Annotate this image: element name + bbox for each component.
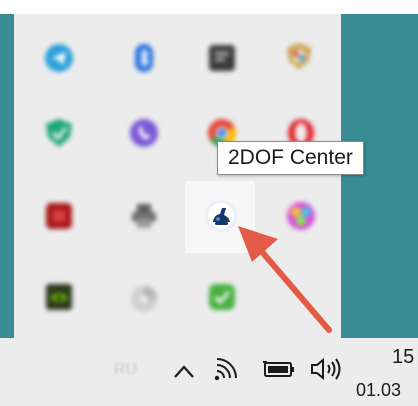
- telegram-icon[interactable]: [44, 43, 74, 73]
- viber-icon[interactable]: [129, 118, 159, 148]
- tooltip-2dof-center: 2DOF Center: [217, 141, 364, 175]
- app-dark-icon[interactable]: [207, 43, 237, 73]
- shield-green-icon[interactable]: [44, 118, 74, 148]
- taskbar: RU 15 01.03: [0, 338, 418, 406]
- disc-icon[interactable]: [129, 284, 159, 314]
- red-app-icon[interactable]: [44, 201, 74, 231]
- 2dof-center-icon[interactable]: [204, 199, 238, 233]
- chevron-up-icon[interactable]: [172, 362, 196, 380]
- clock-time[interactable]: 15: [392, 346, 414, 369]
- printer-icon[interactable]: [129, 201, 159, 231]
- green-check-icon[interactable]: [207, 282, 237, 312]
- bluetooth-icon[interactable]: [129, 43, 159, 73]
- shield-colorful-icon[interactable]: [284, 41, 314, 71]
- language-indicator[interactable]: RU: [114, 361, 137, 379]
- battery-icon[interactable]: [261, 360, 297, 380]
- top-strip: [0, 0, 418, 14]
- palette-icon[interactable]: [286, 201, 316, 231]
- volume-icon[interactable]: [309, 356, 343, 382]
- nvidia-icon[interactable]: [44, 282, 74, 312]
- clock-date[interactable]: 01.03: [356, 380, 401, 401]
- wifi-icon[interactable]: [211, 355, 239, 383]
